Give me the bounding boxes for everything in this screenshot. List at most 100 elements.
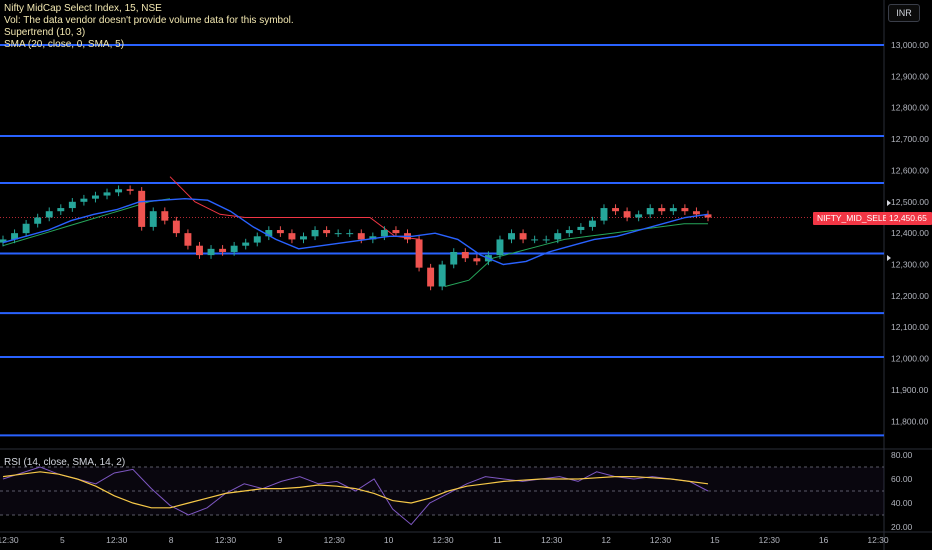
candle-body [438, 264, 446, 287]
candle-body [311, 230, 319, 237]
candle-body [138, 190, 146, 227]
time-tick-label: 12 [601, 535, 611, 545]
time-tick-label: 9 [278, 535, 283, 545]
candle-body [461, 251, 469, 259]
rsi-band-fill [0, 467, 884, 515]
time-tick-label: 12:30 [324, 535, 346, 545]
price-tick-label: 12,300.00 [891, 260, 929, 270]
candle-body [508, 233, 515, 240]
candle-body [57, 208, 65, 212]
candle-body [253, 236, 261, 243]
candle-body [531, 239, 539, 241]
time-tick-label: 12:30 [432, 535, 454, 545]
time-tick-label: 10 [384, 535, 394, 545]
candle-body [91, 195, 99, 199]
last-price-label: 12,450.65 [886, 212, 932, 225]
candle-body [161, 211, 169, 221]
rsi-tick-label: 40.00 [891, 498, 913, 508]
candle-body [323, 230, 331, 234]
time-tick-label: 11 [493, 535, 502, 545]
candle-body [230, 245, 238, 252]
rsi-legend[interactable]: RSI (14, close, SMA, 14, 2) [4, 457, 125, 468]
price-tick-label: 12,700.00 [891, 134, 929, 144]
price-tick-label: 12,100.00 [891, 322, 929, 332]
candle-body [149, 211, 157, 227]
time-tick-label: 15 [710, 535, 720, 545]
rsi-tick-label: 80.00 [891, 450, 913, 460]
candle-body [681, 208, 689, 212]
candle-body [692, 211, 700, 215]
candle-body [669, 208, 677, 212]
candle-body [519, 233, 527, 240]
price-tick-label: 12,200.00 [891, 291, 929, 301]
candle-body [300, 236, 307, 240]
chart-title: Nifty MidCap Select Index, 15, NSE [4, 3, 162, 14]
candle-body [276, 230, 284, 234]
supertrend-up-line [444, 223, 708, 287]
horizontal-levels [0, 44, 884, 437]
candle-body [392, 230, 400, 234]
candle-body [172, 220, 180, 234]
time-tick-label: 5 [60, 535, 65, 545]
candle-body [565, 230, 573, 234]
rsi-tick-label: 20.00 [891, 522, 913, 532]
candle-body [380, 230, 388, 237]
time-tick-label: 12:30 [541, 535, 563, 545]
candle-body [554, 233, 562, 240]
candle-body [242, 242, 250, 246]
candle-body [658, 208, 666, 212]
time-tick-label: 8 [169, 535, 174, 545]
time-tick-label: 12:30 [867, 535, 889, 545]
volume-note: Vol: The data vendor doesn't provide vol… [4, 15, 294, 26]
candle-body [334, 233, 342, 235]
price-tick-label: 12,600.00 [891, 165, 929, 175]
candle-body [22, 223, 30, 234]
price-tick-label: 12,400.00 [891, 228, 929, 238]
candle-body [34, 217, 42, 224]
candle-body [612, 208, 620, 212]
time-tick-label: 12:30 [215, 535, 237, 545]
candle-body [68, 201, 76, 209]
candle-body [45, 211, 53, 218]
candle-body [126, 189, 134, 191]
candle-body [80, 198, 88, 202]
candle-body [219, 248, 227, 252]
candle-body [542, 239, 550, 241]
rsi-tick-label: 60.00 [891, 474, 913, 484]
candle-body [450, 251, 458, 265]
supertrend-legend[interactable]: Supertrend (10, 3) [4, 27, 85, 39]
time-tick-label: 12:30 [0, 535, 19, 545]
price-tick-label: 12,000.00 [891, 354, 929, 364]
candle-body [415, 239, 423, 268]
price-tick-label: 12,500.00 [891, 197, 929, 207]
price-tick-label: 12,900.00 [891, 71, 929, 81]
candle-body [473, 258, 481, 262]
time-tick-label: 12:30 [106, 535, 128, 545]
supertrend-down-line [169, 176, 421, 240]
candle-body [196, 245, 203, 256]
sma-legend[interactable]: SMA (20, close, 0, SMA, 5) [4, 39, 124, 51]
candle-body [346, 233, 354, 235]
candle-body [427, 267, 435, 287]
candle-body [600, 208, 608, 221]
candle-body [635, 214, 643, 218]
currency-button[interactable]: INR [888, 4, 920, 22]
candle-body [646, 208, 654, 215]
candle-body [577, 226, 585, 231]
rsi-pane [0, 466, 884, 526]
time-tick-label: 12:30 [650, 535, 672, 545]
candle-body [288, 233, 296, 240]
candle-body [115, 189, 123, 193]
price-tick-label: 11,900.00 [891, 385, 928, 395]
time-tick-label: 16 [819, 535, 829, 545]
price-tick-label: 11,800.00 [891, 416, 928, 426]
price-tick-label: 13,000.00 [891, 40, 929, 50]
price-tick-label: 12,800.00 [891, 103, 929, 113]
candle-body [184, 233, 192, 246]
candle-body [357, 233, 365, 240]
candle-body [588, 220, 596, 227]
candle-body [496, 239, 504, 256]
time-tick-label: 12:30 [759, 535, 781, 545]
candle-body [207, 248, 215, 256]
chart-canvas[interactable]: 13,000.00 12,900.00 12,800.00 12,700.00 12,6… [0, 0, 932, 550]
